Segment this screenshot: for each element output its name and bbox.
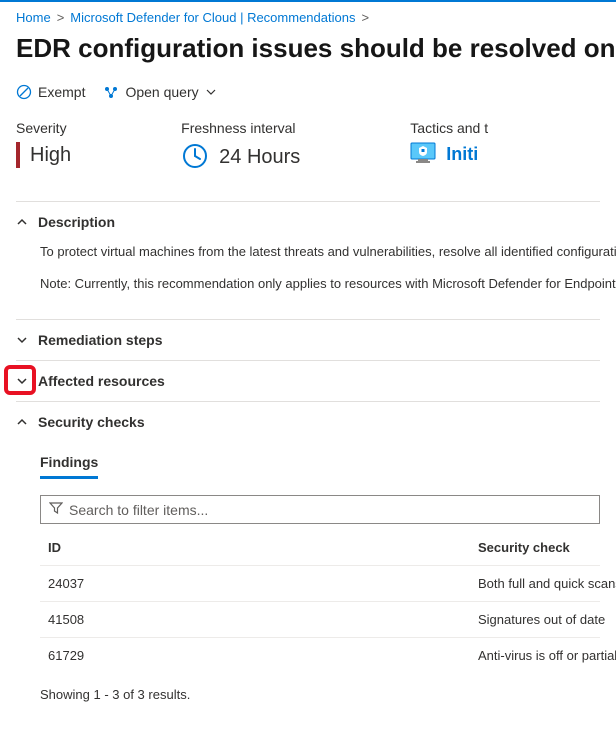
filter-icon [49, 501, 63, 518]
column-security-check[interactable]: Security check [478, 540, 592, 555]
remediation-title: Remediation steps [38, 332, 162, 348]
chevron-up-icon [16, 416, 28, 428]
table-row[interactable]: 61729 Anti-virus is off or partially [40, 637, 600, 673]
table-row[interactable]: 24037 Both full and quick scans a [40, 565, 600, 601]
cell-id: 61729 [48, 648, 478, 663]
tactics-link[interactable]: Initi [446, 144, 478, 165]
severity-metric: Severity High [16, 120, 71, 173]
clock-icon [181, 142, 209, 173]
breadcrumb-separator: > [361, 10, 369, 25]
chevron-down-icon [16, 334, 28, 346]
monitor-shield-icon [410, 142, 436, 167]
affected-resources-header[interactable]: Affected resources [16, 361, 600, 401]
description-body: To protect virtual machines from the lat… [16, 242, 600, 319]
severity-label: Severity [16, 120, 71, 136]
cell-check: Both full and quick scans a [478, 576, 616, 591]
exempt-button[interactable]: Exempt [16, 84, 85, 100]
breadcrumb: Home > Microsoft Defender for Cloud | Re… [0, 2, 616, 29]
open-query-label: Open query [125, 84, 198, 100]
freshness-metric: Freshness interval 24 Hours [181, 120, 300, 173]
cell-check: Signatures out of date [478, 612, 605, 627]
column-id[interactable]: ID [48, 540, 478, 555]
toolbar: Exempt Open query [0, 84, 616, 120]
search-box[interactable] [40, 495, 600, 524]
exempt-label: Exempt [38, 84, 85, 100]
tactics-label: Tactics and t [410, 120, 488, 136]
severity-indicator [16, 142, 20, 168]
results-count: Showing 1 - 3 of 3 results. [40, 673, 600, 716]
description-text-1: To protect virtual machines from the lat… [40, 242, 600, 262]
description-title: Description [38, 214, 115, 230]
table-row[interactable]: 41508 Signatures out of date [40, 601, 600, 637]
findings-container: Findings ID Security check 24037 Both fu… [16, 442, 600, 716]
severity-value: High [30, 144, 71, 167]
freshness-value: 24 Hours [219, 146, 300, 169]
affected-resources-title: Affected resources [38, 373, 165, 389]
cell-id: 41508 [48, 612, 478, 627]
breadcrumb-separator: > [57, 10, 65, 25]
search-input[interactable] [69, 502, 591, 518]
breadcrumb-home[interactable]: Home [16, 10, 51, 25]
metrics-row: Severity High Freshness interval 24 Hour… [0, 120, 616, 201]
query-icon [103, 84, 119, 100]
tactics-metric: Tactics and t Initi [410, 120, 488, 173]
remediation-section: Remediation steps [16, 320, 600, 361]
page-title: EDR configuration issues should be resol… [0, 29, 616, 84]
table-header: ID Security check [40, 530, 600, 565]
exempt-icon [16, 84, 32, 100]
security-checks-section: Security checks [16, 402, 600, 442]
description-section: Description To protect virtual machines … [16, 202, 600, 320]
description-text-2: Note: Currently, this recommendation onl… [40, 274, 600, 294]
findings-table: ID Security check 24037 Both full and qu… [40, 530, 600, 673]
security-checks-header[interactable]: Security checks [16, 402, 600, 442]
affected-resources-section: Affected resources [16, 361, 600, 402]
chevron-up-icon [16, 216, 28, 228]
chevron-down-icon [16, 375, 28, 387]
description-header[interactable]: Description [16, 202, 600, 242]
open-query-button[interactable]: Open query [103, 84, 216, 100]
cell-id: 24037 [48, 576, 478, 591]
chevron-down-icon [205, 86, 217, 98]
cell-check: Anti-virus is off or partially [478, 648, 616, 663]
freshness-label: Freshness interval [181, 120, 300, 136]
breadcrumb-recommendations[interactable]: Microsoft Defender for Cloud | Recommend… [70, 10, 355, 25]
security-checks-title: Security checks [38, 414, 145, 430]
findings-tab[interactable]: Findings [40, 442, 98, 479]
remediation-header[interactable]: Remediation steps [16, 320, 600, 360]
